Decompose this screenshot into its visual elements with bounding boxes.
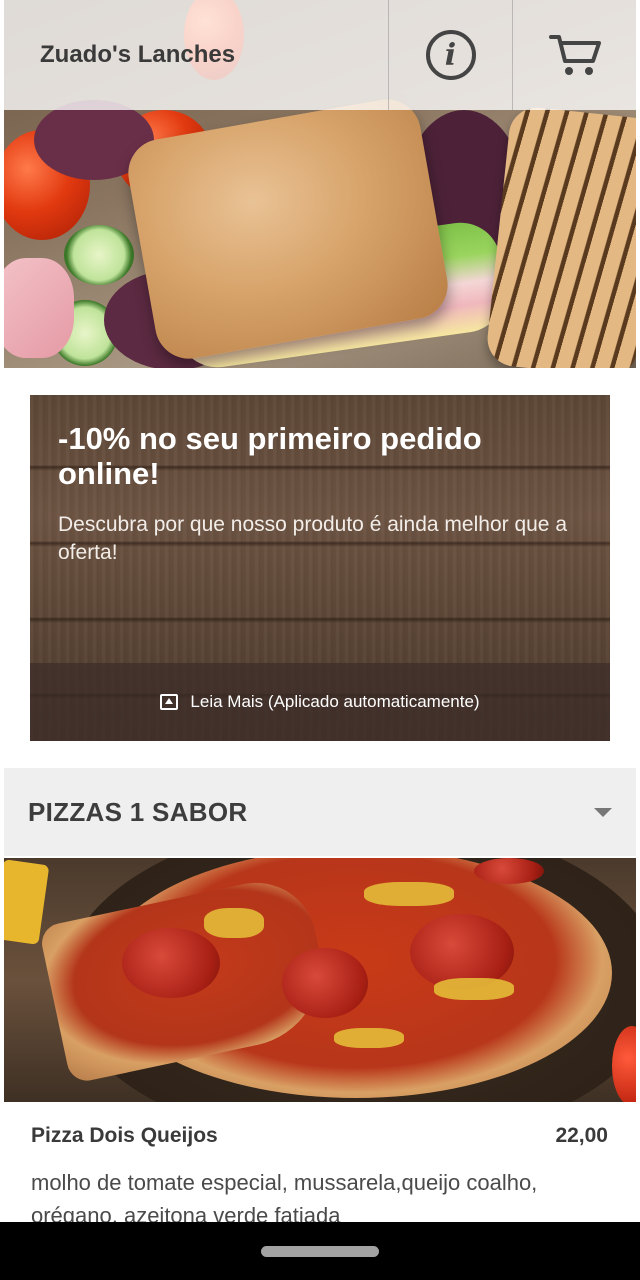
promo-read-more[interactable]: Leia Mais (Aplicado automaticamente) xyxy=(30,663,610,741)
info-button[interactable]: i xyxy=(388,0,512,110)
category-header-pizzas[interactable]: PIZZAS 1 SABOR xyxy=(4,768,636,856)
app-header: Zuado's Lanches i xyxy=(4,0,636,110)
category-title: PIZZAS 1 SABOR xyxy=(28,796,248,827)
app-title: Zuado's Lanches xyxy=(40,41,236,68)
cart-button[interactable] xyxy=(512,0,636,110)
shopping-cart-icon xyxy=(548,35,601,75)
product-image-pizza[interactable] xyxy=(4,858,636,1102)
app-screen: Zuado's Lanches i -10% no seu primeiro p… xyxy=(4,0,636,1222)
caret-down-icon xyxy=(594,807,612,817)
header-title-area: Zuado's Lanches xyxy=(4,0,388,110)
info-circle-icon: i xyxy=(425,30,476,80)
promo-description: Descubra por que nosso produto é ainda m… xyxy=(58,513,568,564)
promo-title: -10% no seu primeiro pedido online! xyxy=(58,421,482,491)
system-nav-bar xyxy=(0,1222,640,1280)
promo-read-more-label: Leia Mais (Aplicado automaticamente) xyxy=(190,692,480,711)
home-gesture-handle[interactable] xyxy=(261,1246,379,1257)
product-name: Pizza Dois Queijos xyxy=(31,1124,218,1147)
promo-banner[interactable]: -10% no seu primeiro pedido online! Desc… xyxy=(30,395,610,741)
product-price: 22,00 xyxy=(555,1124,608,1147)
expand-up-icon xyxy=(160,694,179,710)
product-item[interactable]: Pizza Dois Queijos 22,00 molho de tomate… xyxy=(4,1102,636,1222)
product-description: molho de tomate especial, mussarela,quei… xyxy=(31,1170,538,1222)
